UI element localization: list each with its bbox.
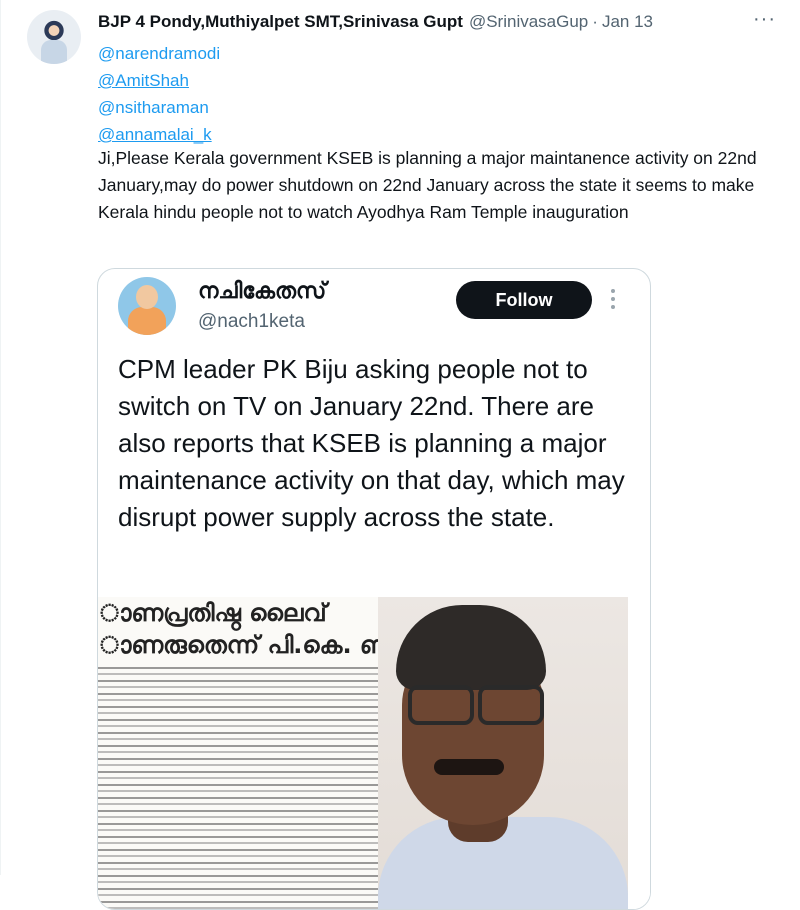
mention-link[interactable]: @nsitharaman [98,94,220,121]
quoted-author-avatar[interactable] [118,277,176,335]
mentions-list: @narendramodi @AmitShah @nsitharaman @an… [98,40,220,148]
tweet-text: Ji,Please Kerala government KSEB is plan… [98,148,757,222]
quoted-media[interactable]: ാണപ്രതിഷ്ഠ ലൈവ് ാണരുതെന്ന് പി.കെ. ബിജ [98,597,650,909]
newspaper-text-lines [98,667,378,909]
mention-link[interactable]: @AmitShah [98,67,220,94]
newspaper-headline-line-2: ാണരുതെന്ന് പി.കെ. ബിജ [100,631,378,659]
newspaper-headline-line-1: ാണപ്രതിഷ്ഠ ലൈവ് [100,599,327,627]
mention-link[interactable]: @annamalai_k [98,121,220,148]
quoted-tweet-text: CPM leader PK Biju asking people not to … [118,354,625,532]
tweet[interactable]: BJP 4 Pondy,Muthiyalpet SMT,Srinivasa Gu… [0,0,800,910]
person-photo [378,597,628,909]
mention-link[interactable]: @narendramodi [98,40,220,67]
separator-dot: · [592,12,598,31]
newspaper-clipping-image: ാണപ്രതിഷ്ഠ ലൈവ് ാണരുതെന്ന് പി.കെ. ബിജ [98,597,378,909]
author-avatar[interactable] [27,10,81,64]
tweet-header: BJP 4 Pondy,Muthiyalpet SMT,Srinivasa Gu… [98,10,653,34]
author-handle[interactable]: @SrinivasaGup [469,12,588,32]
more-options-icon[interactable]: ··· [753,8,776,31]
quoted-author-handle[interactable]: @nach1keta [198,311,305,333]
quoted-tweet[interactable]: നചികേതസ് @nach1keta Follow CPM leader PK… [97,268,651,910]
quoted-more-icon[interactable] [610,289,616,309]
quoted-author-name[interactable]: നചികേതസ് [198,279,326,304]
author-display-name[interactable]: BJP 4 Pondy,Muthiyalpet SMT,Srinivasa Gu… [98,12,463,32]
follow-button[interactable]: Follow [456,281,592,319]
timestamp[interactable]: Jan 13 [602,12,653,32]
